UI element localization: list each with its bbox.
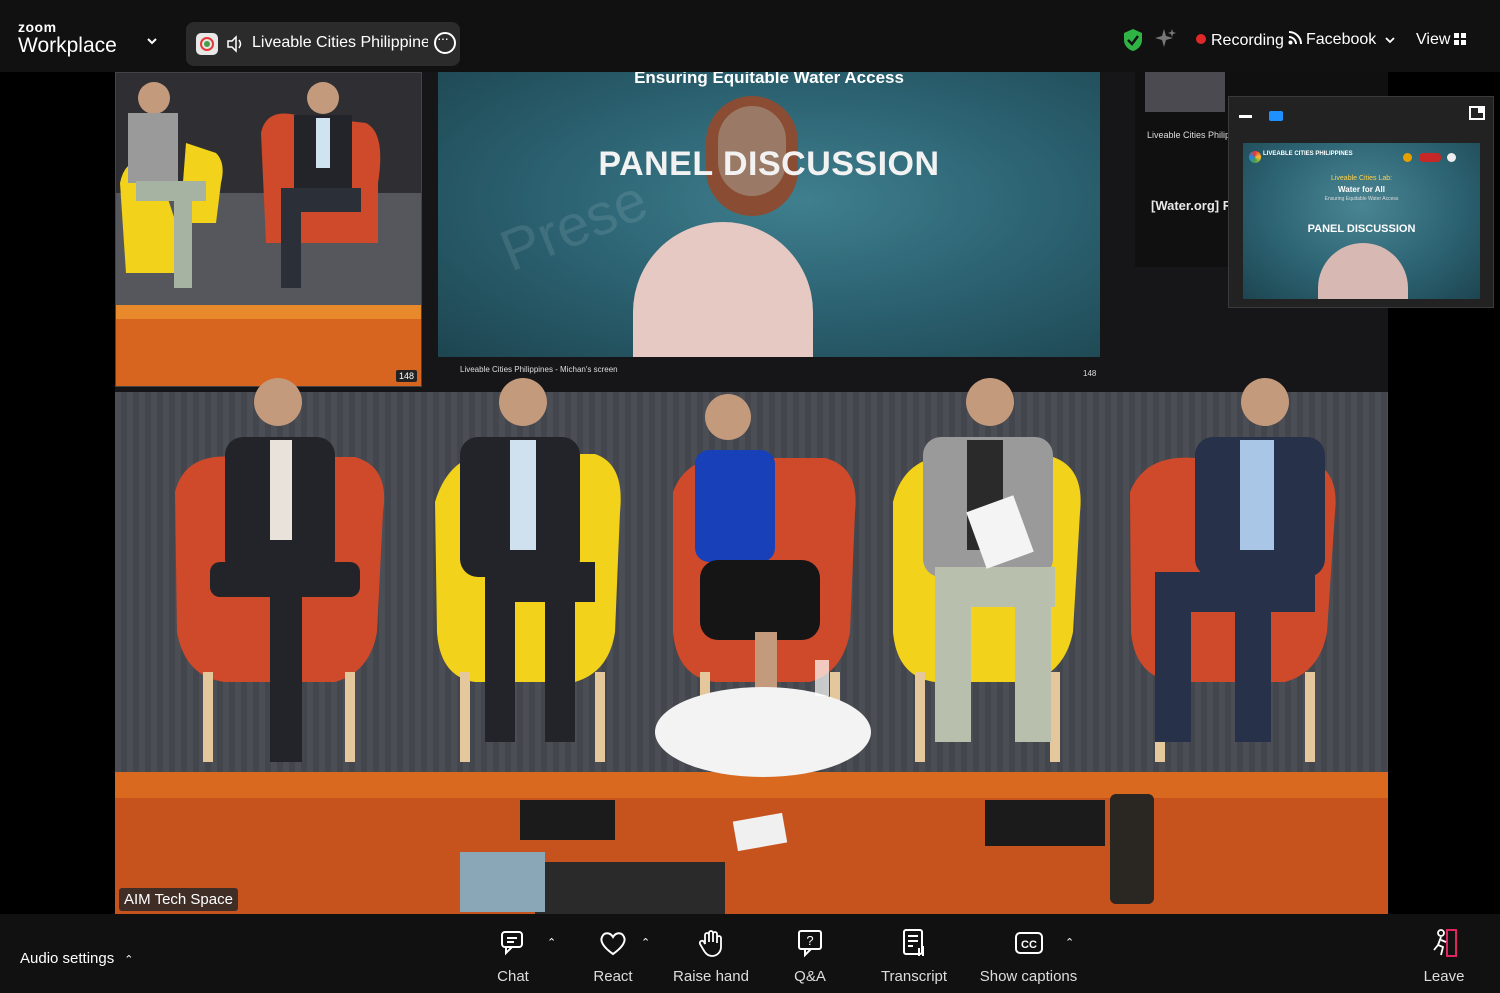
chevron-up-icon[interactable]: ⌃ xyxy=(1065,936,1074,949)
leave-label: Leave xyxy=(1423,968,1465,985)
meeting-title: Liveable Cities Philippines - M xyxy=(252,34,428,51)
ai-companion-icon[interactable] xyxy=(1154,28,1176,50)
audio-settings-button[interactable]: Audio settings ⌃ xyxy=(20,950,133,967)
livestream-menu[interactable]: Facebook xyxy=(1288,31,1395,49)
view-menu[interactable]: View xyxy=(1416,31,1467,49)
share-preview-slide: LIVEABLE CITIES PHILIPPINES Liveable Cit… xyxy=(1243,143,1480,299)
preview-line3: Ensuring Equitable Water Access xyxy=(1324,196,1399,202)
meeting-toolbar: Audio settings ⌃ Chat ⌃ React ⌃ Raise han… xyxy=(0,914,1500,993)
top-bar: zoom Workplace Liveable Cities Philippin… xyxy=(0,0,1500,72)
app-logo-icon xyxy=(196,33,218,55)
view-label: View xyxy=(1416,31,1451,48)
speaker-icon xyxy=(227,35,242,53)
chat-icon xyxy=(501,931,523,956)
coca-cola-logo-icon xyxy=(1419,153,1441,162)
qa-label: Q&A xyxy=(794,968,826,985)
popout-icon[interactable] xyxy=(1469,106,1485,120)
chevron-up-icon[interactable]: ⌃ xyxy=(641,936,650,949)
audio-settings-label: Audio settings xyxy=(20,950,115,967)
recording-label: Recording xyxy=(1211,32,1284,49)
partner-logo-icon xyxy=(1447,153,1456,162)
question-icon: ? xyxy=(798,930,822,958)
recording-indicator[interactable]: Recording xyxy=(1196,32,1284,50)
transcript-label: Transcript xyxy=(880,968,948,985)
chevron-up-icon: ⌃ xyxy=(124,954,134,966)
minimize-icon[interactable] xyxy=(1239,115,1252,118)
svg-text:?: ? xyxy=(806,933,813,948)
security-shield-icon[interactable] xyxy=(1122,28,1144,52)
transcript-button[interactable]: Transcript xyxy=(869,928,959,985)
grid-view-icon xyxy=(1454,33,1467,45)
heart-icon xyxy=(600,932,626,956)
transcript-icon xyxy=(903,929,924,956)
preview-org: LIVEABLE CITIES PHILIPPINES xyxy=(1263,151,1353,157)
raise-hand-label: Raise hand xyxy=(673,968,749,985)
svg-text:CC: CC xyxy=(1021,939,1037,951)
partner-logo-icon xyxy=(1403,153,1412,162)
leave-button[interactable]: Leave xyxy=(1399,928,1489,985)
raise-hand-button[interactable]: Raise hand xyxy=(666,928,756,985)
livestream-icon xyxy=(1288,31,1302,45)
livestream-label: Facebook xyxy=(1306,31,1377,48)
brand-zoom-text: zoom xyxy=(18,19,57,35)
preview-hands-image xyxy=(1318,243,1408,299)
share-preview-panel[interactable]: LIVEABLE CITIES PHILIPPINES Liveable Cit… xyxy=(1228,96,1494,308)
recording-dot-icon xyxy=(1196,34,1206,44)
react-label: React xyxy=(593,968,633,985)
liveable-cities-logo-icon xyxy=(1249,151,1261,163)
speaker-name-tag: AIM Tech Space xyxy=(119,888,238,911)
chevron-up-icon[interactable]: ⌃ xyxy=(547,936,556,949)
preview-line2: Water for All xyxy=(1338,185,1385,194)
preview-title: PANEL DISCUSSION xyxy=(1307,223,1416,235)
preview-line1: Liveable Cities Lab: xyxy=(1330,175,1393,182)
more-options-icon[interactable] xyxy=(434,30,456,54)
qa-button[interactable]: ? Q&A xyxy=(765,928,855,985)
chat-button[interactable]: Chat xyxy=(468,928,558,985)
leave-icon xyxy=(1433,929,1457,957)
hand-icon xyxy=(698,930,722,957)
chat-label: Chat xyxy=(497,968,529,985)
brand-workplace-text: Workplace xyxy=(18,34,117,57)
chevron-down-icon[interactable] xyxy=(146,36,158,46)
zoom-workplace-menu[interactable]: zoom Workplace xyxy=(18,20,117,58)
show-captions-label: Show captions xyxy=(979,968,1078,985)
screen-tab-icon[interactable] xyxy=(1269,111,1283,121)
meeting-info-pill[interactable]: Liveable Cities Philippines - M xyxy=(186,22,460,66)
main-video[interactable]: 148 Prese Ensuring Equitable Water Acces… xyxy=(115,72,1388,914)
captions-icon: CC xyxy=(1014,932,1043,954)
chevron-down-icon xyxy=(1385,37,1395,44)
panelists-scene xyxy=(175,378,1336,912)
